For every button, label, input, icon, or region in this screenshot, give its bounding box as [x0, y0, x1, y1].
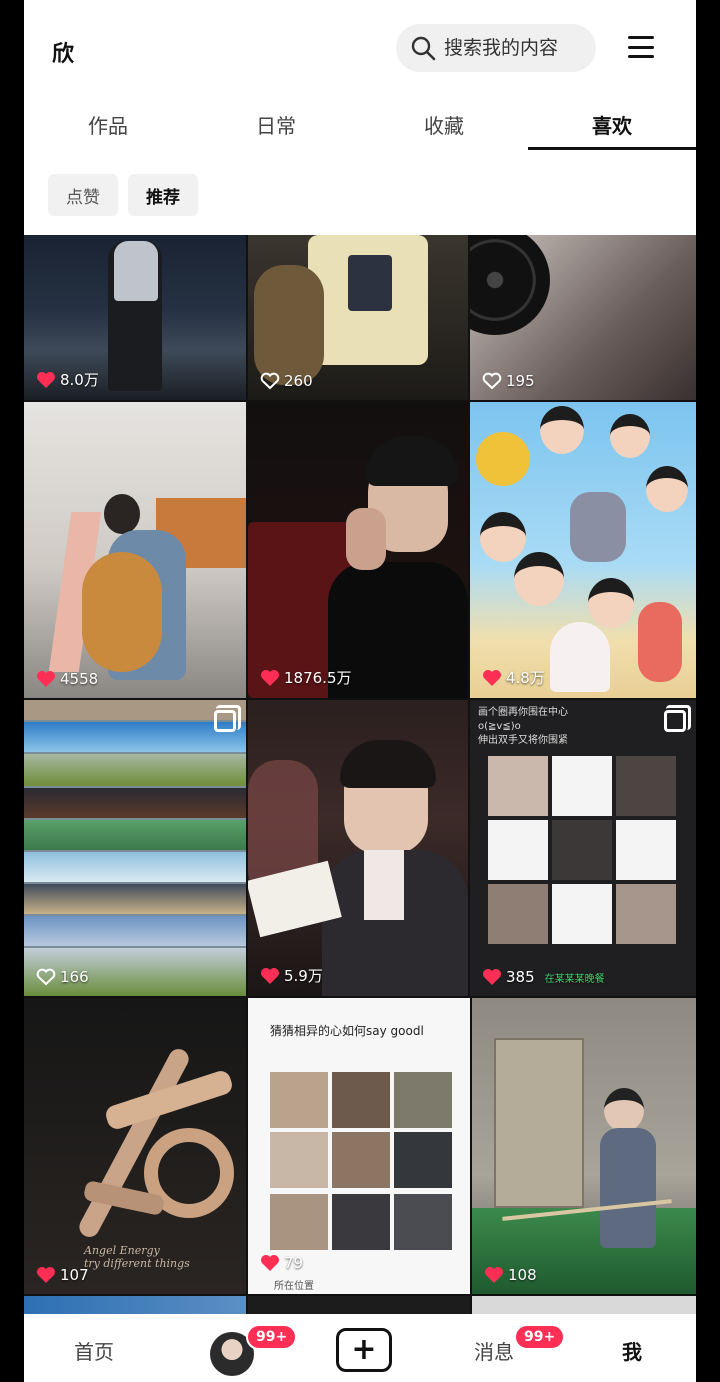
chip-liked[interactable]: 点赞 [48, 174, 118, 216]
post-thumbnail[interactable]: 画个圈再你围在中心 o(≧v≦)o 伸出双手又将你围紧 385 在某某某晚餐 [470, 700, 696, 996]
tab-daily[interactable]: 日常 [192, 96, 360, 154]
tab-likes[interactable]: 喜欢 [528, 96, 696, 154]
like-count: 108 [484, 1266, 537, 1284]
tab-works[interactable]: 作品 [24, 96, 192, 154]
post-thumbnail[interactable]: 1876.5万 [248, 402, 468, 698]
post-thumbnail[interactable]: 8.0万 [24, 235, 246, 400]
heart-filled-icon [37, 671, 55, 687]
post-thumbnail[interactable]: 4558 [24, 402, 246, 698]
heart-filled-icon [261, 1255, 279, 1271]
post-caption-line: 画个圈再你围在中心 [478, 707, 568, 718]
heart-filled-icon [261, 967, 279, 984]
tab-favorites[interactable]: 收藏 [360, 96, 528, 154]
post-thumbnail[interactable]: Angel Energy try different things 107 [24, 998, 246, 1294]
heart-outline-icon [36, 968, 56, 986]
post-thumbnail[interactable]: 166 [24, 700, 246, 996]
heart-filled-icon [485, 1267, 503, 1283]
multi-image-icon [214, 705, 241, 732]
post-thumbnail[interactable]: 猜猜相异的心如何say goodl 79 所在位置 [248, 998, 470, 1294]
heart-outline-icon [482, 372, 502, 390]
art-caption: try different things [84, 1257, 190, 1270]
bottom-nav: 首页 99+ + 消息 99+ 我 [24, 1314, 696, 1382]
nav-messages[interactable]: 消息 [474, 1336, 514, 1365]
like-count: 260 [260, 372, 313, 390]
sub-tabs: 点赞 推荐 [48, 174, 198, 216]
like-count: 166 [36, 968, 89, 986]
post-thumbnail[interactable]: 260 [248, 235, 468, 400]
friends-badge: 99+ [246, 1324, 298, 1350]
like-count: 385 在某某某晚餐 [482, 968, 605, 986]
post-thumbnail[interactable] [472, 1296, 696, 1315]
like-count: 107 [36, 1266, 89, 1284]
like-count: 5.9万 [260, 965, 323, 986]
post-grid: 8.0万 260 195 4558 1876.5万 4.8万 166 5.9万 … [24, 235, 696, 1315]
profile-header: 欣 作品 日常 收藏 喜欢 点赞 推荐 [24, 0, 696, 235]
like-count: 79 [260, 1254, 303, 1272]
menu-icon[interactable] [628, 36, 654, 58]
search-bar[interactable] [396, 24, 596, 72]
post-thumbnail[interactable]: 5.9万 [248, 700, 468, 996]
heart-outline-icon [260, 372, 280, 390]
heart-filled-icon [261, 669, 279, 686]
app-screen: 欣 作品 日常 收藏 喜欢 点赞 推荐 [24, 0, 696, 1382]
post-caption-line: o(≧v≦)o [478, 721, 521, 732]
post-thumbnail[interactable]: 108 [472, 998, 696, 1294]
post-caption: 猜猜相异的心如何say goodl [270, 1024, 424, 1038]
post-thumbnail[interactable] [24, 1296, 246, 1315]
multi-image-icon [664, 705, 691, 732]
chip-recommended[interactable]: 推荐 [128, 174, 198, 216]
nav-me[interactable]: 我 [622, 1336, 642, 1365]
like-count: 4.8万 [482, 667, 545, 688]
search-icon [411, 36, 436, 61]
location-label: 所在位置 [274, 1281, 314, 1292]
like-count: 195 [482, 372, 535, 390]
heart-filled-icon [483, 969, 501, 985]
like-count: 4558 [36, 670, 98, 688]
post-thumbnail[interactable] [248, 1296, 470, 1315]
post-caption-line: 伸出双手又将你围紧 [478, 735, 568, 746]
like-count: 1876.5万 [260, 667, 352, 688]
post-thumbnail[interactable]: 195 [470, 235, 696, 400]
location-tag: 在某某某晚餐 [544, 973, 605, 985]
search-input[interactable] [444, 37, 594, 59]
messages-badge: 99+ [514, 1324, 566, 1350]
like-count: 8.0万 [36, 369, 99, 390]
plus-icon: + [351, 1332, 377, 1367]
user-name: 欣 [52, 42, 75, 67]
heart-filled-icon [483, 669, 501, 686]
profile-tabs: 作品 日常 收藏 喜欢 [24, 96, 696, 154]
art-caption: Angel Energy [84, 1244, 160, 1257]
post-thumbnail[interactable]: 4.8万 [470, 402, 696, 698]
heart-filled-icon [37, 1267, 55, 1283]
create-post-button[interactable]: + [336, 1328, 392, 1372]
heart-filled-icon [37, 371, 55, 388]
nav-home[interactable]: 首页 [74, 1336, 114, 1365]
